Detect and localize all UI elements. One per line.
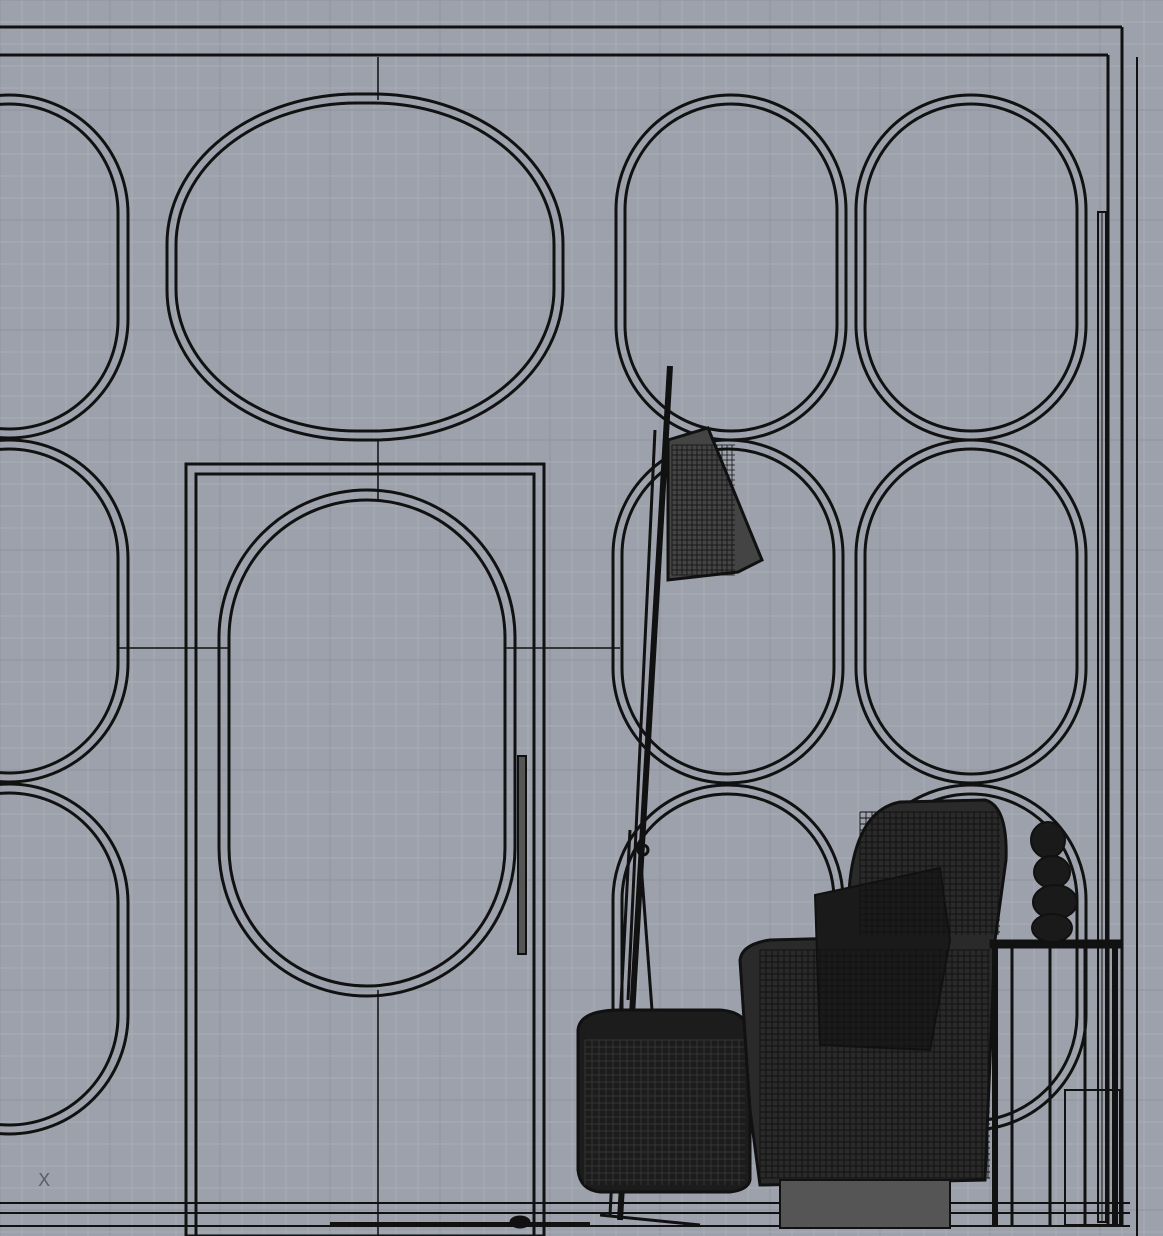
door-handle (517, 755, 527, 955)
wall-panel-col3-top (614, 93, 848, 442)
axis-label-x: X (38, 1170, 51, 1191)
side-shelving (1097, 211, 1107, 1223)
wall-panel-left-top (0, 93, 130, 440)
wall-panel-col4-top (854, 93, 1088, 442)
pouf (576, 1008, 752, 1194)
door-frame (184, 462, 546, 1236)
wall-panel-col4-middle (854, 438, 1088, 785)
armchair (738, 798, 1008, 1229)
door-oval-panel (217, 488, 517, 998)
viewport-canvas[interactable]: X (0, 0, 1163, 1236)
wall-panel-wide-top (165, 92, 565, 442)
wall-panel-left-middle (0, 438, 130, 784)
